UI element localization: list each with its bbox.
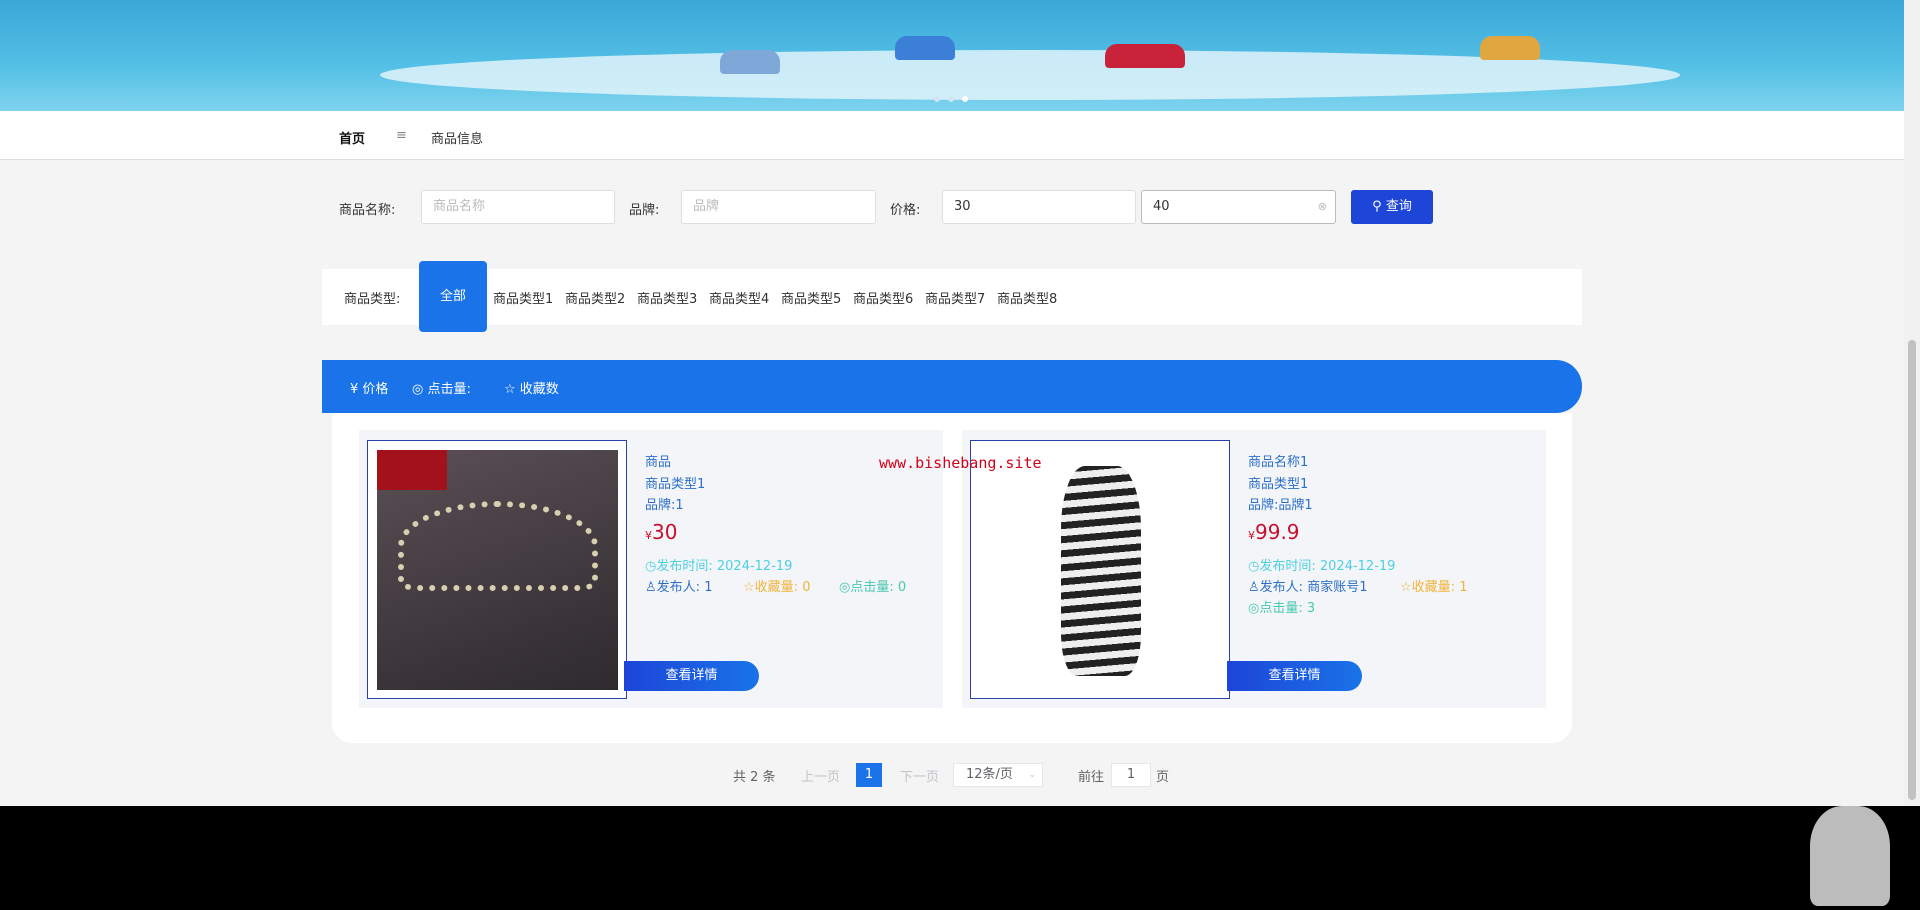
car-image xyxy=(895,36,955,60)
brand-input[interactable]: 品牌 xyxy=(681,190,876,224)
product-image[interactable] xyxy=(367,440,627,699)
type-all-button[interactable]: 全部 xyxy=(419,261,487,332)
name-label: 商品名称: xyxy=(339,203,396,218)
price-label: 价格: xyxy=(890,203,921,218)
product-price: ¥30 xyxy=(645,520,677,544)
publisher: ♙发布人: 1 xyxy=(645,580,713,595)
currency: ¥ xyxy=(1248,529,1255,542)
type-label: 商品类型: xyxy=(344,292,401,307)
breadcrumb-home[interactable]: 首页 xyxy=(339,128,365,147)
page-size-value: 12条/页 xyxy=(966,767,1013,782)
price-max-value: 40 xyxy=(1153,199,1170,214)
product-name[interactable]: 商品名称1 xyxy=(1248,451,1308,470)
sort-favorites[interactable]: ☆ 收藏数 xyxy=(504,378,559,397)
sort-clicks[interactable]: ◎ 点击量: xyxy=(412,378,471,397)
pagination-total: 共 2 条 xyxy=(733,770,776,785)
publisher: ♙发布人: 商家账号1 xyxy=(1248,580,1368,595)
product-name[interactable]: 商品 xyxy=(645,451,671,470)
clear-icon[interactable]: ⊗ xyxy=(1318,191,1327,223)
carousel-dot[interactable] xyxy=(934,96,940,102)
view-details-button[interactable]: 查看详情 xyxy=(624,661,759,691)
carousel-dot[interactable] xyxy=(948,96,954,102)
pagination-prev[interactable]: 上一页 xyxy=(801,766,840,785)
product-image[interactable] xyxy=(970,440,1230,699)
favorites-count: ☆收藏量: 1 xyxy=(1400,580,1468,595)
product-brand: 品牌:品牌1 xyxy=(1248,498,1313,513)
click-count: ◎点击量: 0 xyxy=(839,580,907,595)
type-item[interactable]: 商品类型3 xyxy=(637,288,697,307)
type-item[interactable]: 商品类型5 xyxy=(781,288,841,307)
banner-carousel[interactable] xyxy=(0,0,1904,111)
bottom-overlay xyxy=(0,806,1920,910)
product-card[interactable]: 商品 商品类型1 品牌:1 ¥30 ◷发布时间: 2024-12-19 ♙发布人… xyxy=(359,430,943,708)
price-min-input[interactable]: 30 xyxy=(942,190,1136,224)
type-item[interactable]: 商品类型6 xyxy=(853,288,913,307)
clock-icon: ◷ xyxy=(1248,559,1260,574)
type-item[interactable]: 商品类型8 xyxy=(997,288,1057,307)
type-item[interactable]: 商品类型2 xyxy=(565,288,625,307)
type-item[interactable]: 商品类型7 xyxy=(925,288,985,307)
product-type: 商品类型1 xyxy=(1248,477,1309,492)
car-image xyxy=(720,50,780,74)
favorites-count: ☆收藏量: 0 xyxy=(743,580,811,595)
price-value: 30 xyxy=(652,520,678,544)
pagination-next[interactable]: 下一页 xyxy=(900,766,939,785)
search-button-label: 查询 xyxy=(1385,199,1412,214)
product-card[interactable]: 商品名称1 商品类型1 品牌:品牌1 ¥99.9 ◷发布时间: 2024-12-… xyxy=(962,430,1546,708)
price-max-input[interactable]: 40 ⊗ xyxy=(1141,190,1336,224)
car-image xyxy=(1480,36,1540,60)
page-size-select[interactable]: 12条/页 ⌄ xyxy=(953,763,1043,787)
breadcrumb-current: 商品信息 xyxy=(431,132,484,147)
type-item[interactable]: 商品类型4 xyxy=(709,288,769,307)
breadcrumb-separator-icon: ≡ xyxy=(396,128,407,143)
product-price: ¥99.9 xyxy=(1248,520,1300,544)
brand-label: 品牌: xyxy=(629,203,660,218)
carousel-dot-active[interactable] xyxy=(962,96,968,102)
product-type: 商品类型1 xyxy=(645,477,706,492)
sort-price[interactable]: ¥ 价格 xyxy=(350,378,388,397)
star-icon: ☆ xyxy=(1400,580,1412,595)
breadcrumb: 首页 ≡ 商品信息 xyxy=(0,111,1904,160)
price-value: 99.9 xyxy=(1255,520,1300,544)
currency: ¥ xyxy=(645,529,652,542)
view-details-button[interactable]: 查看详情 xyxy=(1227,661,1362,691)
search-button[interactable]: ⚲ 查询 xyxy=(1351,190,1433,224)
publish-date: ◷发布时间: 2024-12-19 xyxy=(645,559,793,574)
click-count: ◎点击量: 3 xyxy=(1248,601,1316,616)
publish-date: ◷发布时间: 2024-12-19 xyxy=(1248,559,1396,574)
user-icon: ♙ xyxy=(645,580,657,595)
car-image xyxy=(1105,44,1185,68)
goto-page-input[interactable]: 1 xyxy=(1111,763,1151,787)
clock-icon: ◷ xyxy=(645,559,657,574)
eye-icon: ◎ xyxy=(839,580,851,595)
user-icon: ♙ xyxy=(1248,580,1260,595)
page-suffix: 页 xyxy=(1156,770,1170,785)
goto-label: 前往 xyxy=(1078,770,1105,785)
name-input[interactable]: 商品名称 xyxy=(421,190,615,224)
search-icon: ⚲ xyxy=(1372,199,1386,214)
mascot-image xyxy=(1810,806,1890,906)
watermark: www.bishebang.site xyxy=(879,454,1042,472)
star-icon: ☆ xyxy=(743,580,755,595)
product-brand: 品牌:1 xyxy=(645,498,684,513)
scrollbar-thumb[interactable] xyxy=(1908,340,1916,800)
chevron-down-icon: ⌄ xyxy=(1028,770,1036,780)
sort-bar: ¥ 价格 ◎ 点击量: ☆ 收藏数 xyxy=(322,360,1582,413)
pagination-page-1[interactable]: 1 xyxy=(856,763,882,787)
type-item[interactable]: 商品类型1 xyxy=(493,288,553,307)
eye-icon: ◎ xyxy=(1248,601,1260,616)
